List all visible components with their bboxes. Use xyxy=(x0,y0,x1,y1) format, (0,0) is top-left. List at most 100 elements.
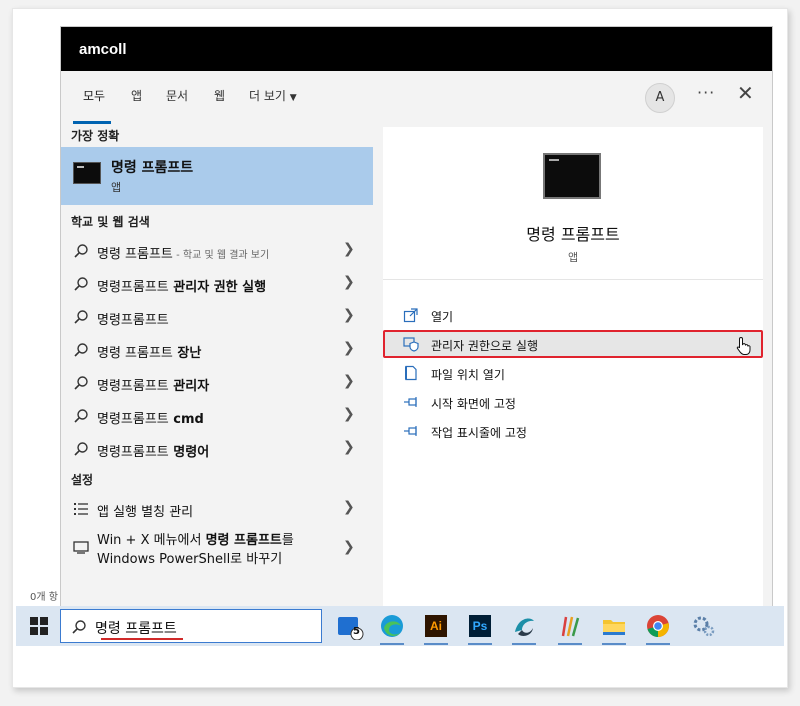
more-options-icon[interactable]: ··· xyxy=(697,83,715,102)
start-menu: amcoll 모두 앱 문서 웹 더 보기 ▼ A ··· ✕ 가장 정확 명령… xyxy=(60,26,773,609)
search-icon xyxy=(74,376,88,390)
tab-more[interactable]: 더 보기 ▼ xyxy=(249,87,297,104)
web-search-heading: 학교 및 웹 검색 xyxy=(71,215,150,229)
search-icon xyxy=(74,442,88,456)
web-result-prefix: 명령 프롬프트 xyxy=(97,346,173,361)
windows-start-icon[interactable] xyxy=(30,617,48,635)
action-label: 열기 xyxy=(431,310,454,324)
taskbar: 명령 프롬프트 5 Ai Ps xyxy=(16,606,784,646)
action-pin-to-taskbar[interactable]: 작업 표시줄에 고정 xyxy=(383,417,763,445)
edge-app-icon[interactable] xyxy=(378,612,406,645)
settings-item-line1-pre: Win + X 메뉴에서 xyxy=(97,533,206,548)
web-result-bold: 관리자 권한 실행 xyxy=(168,280,267,295)
web-result-item[interactable]: 명령프롬프트 cmd ❯ xyxy=(61,400,373,432)
chevron-right-icon: ❯ xyxy=(343,439,355,455)
file-explorer-app-icon[interactable] xyxy=(600,612,628,645)
chrome-app-icon[interactable] xyxy=(644,612,672,645)
tab-web[interactable]: 웹 xyxy=(214,87,225,104)
settings-heading: 설정 xyxy=(71,473,94,487)
web-result-item[interactable]: 명령프롬프트 ❯ xyxy=(61,301,373,333)
photoshop-app-icon[interactable]: Ps xyxy=(466,612,494,645)
search-icon xyxy=(74,409,88,423)
preview-title: 명령 프롬프트 xyxy=(526,225,620,244)
web-result-prefix: 명령프롬프트 xyxy=(97,412,169,427)
desktop-area xyxy=(16,20,60,610)
settings-item-winx-menu[interactable]: Win + X 메뉴에서 명령 프롬프트를 Windows PowerShell로… xyxy=(61,527,373,571)
desktop-status-text: 0개 항 xyxy=(30,592,58,603)
pin-icon xyxy=(404,397,417,407)
web-result-bold: 관리자 xyxy=(168,379,210,394)
file-icon xyxy=(405,365,417,381)
illustrator-label: Ai xyxy=(425,615,447,637)
swirl-app-icon[interactable] xyxy=(510,612,538,645)
settings-item-app-alias[interactable]: 앱 실행 별칭 관리 ❯ xyxy=(61,493,373,525)
web-result-bold: 장난 xyxy=(172,346,202,361)
settings-item-line1-post: 를 xyxy=(281,533,294,548)
chevron-right-icon: ❯ xyxy=(343,499,355,515)
settings-item-line2: Windows PowerShell로 바꾸기 xyxy=(97,552,283,567)
action-label: 파일 위치 열기 xyxy=(431,368,505,382)
avatar[interactable]: A xyxy=(645,83,675,113)
web-result-item[interactable]: 명령 프롬프트 - 학교 및 웹 결과 보기 ❯ xyxy=(61,235,373,267)
command-prompt-large-icon xyxy=(543,153,601,199)
chevron-right-icon: ❯ xyxy=(343,241,355,257)
web-result-item[interactable]: 명령프롬프트 관리자 권한 실행 ❯ xyxy=(61,268,373,300)
pin-icon xyxy=(404,426,417,436)
taskbar-search-box[interactable]: 명령 프롬프트 xyxy=(60,609,322,643)
preview-pane: 명령 프롬프트 앱 열기 관리자 권한으로 실행 파일 위치 열기 시작 화면에… xyxy=(383,127,763,609)
caret-down-icon: ▼ xyxy=(289,93,297,103)
search-input[interactable]: 명령 프롬프트 xyxy=(95,618,177,638)
web-result-item[interactable]: 명령프롬프트 명령어 ❯ xyxy=(61,433,373,465)
best-match-name: 명령 프롬프트 xyxy=(111,160,194,176)
web-result-prefix: 명령프롬프트 xyxy=(97,379,169,394)
open-icon xyxy=(403,308,418,323)
search-icon xyxy=(74,277,88,291)
chevron-right-icon: ❯ xyxy=(343,406,355,422)
web-result-bold: 명령어 xyxy=(168,445,210,460)
tab-bar: 모두 앱 문서 웹 더 보기 ▼ A ··· ✕ xyxy=(61,71,772,127)
active-tab-indicator xyxy=(73,121,111,124)
web-result-bold: cmd xyxy=(168,412,204,427)
action-open-file-location[interactable]: 파일 위치 열기 xyxy=(383,359,763,387)
action-run-as-admin[interactable]: 관리자 권한으로 실행 xyxy=(383,330,763,358)
shield-icon xyxy=(403,337,419,352)
store-app-icon[interactable]: 5 xyxy=(336,612,364,641)
action-open[interactable]: 열기 xyxy=(383,301,763,329)
divider xyxy=(383,279,763,280)
search-icon xyxy=(74,244,88,258)
close-icon[interactable]: ✕ xyxy=(737,81,754,105)
action-pin-to-start[interactable]: 시작 화면에 고정 xyxy=(383,388,763,416)
best-match-type: 앱 xyxy=(111,181,122,194)
web-result-label: 명령 프롬프트 xyxy=(97,247,173,262)
web-result-hint: - 학교 및 웹 결과 보기 xyxy=(172,250,270,261)
tab-more-label: 더 보기 xyxy=(249,89,286,103)
chevron-right-icon: ❯ xyxy=(343,373,355,389)
web-result-item[interactable]: 명령프롬프트 관리자 ❯ xyxy=(61,367,373,399)
web-result-item[interactable]: 명령 프롬프트 장난 ❯ xyxy=(61,334,373,366)
settings-item-label: 앱 실행 별칭 관리 xyxy=(97,505,194,520)
chevron-right-icon: ❯ xyxy=(343,340,355,356)
stripes-app-icon[interactable] xyxy=(556,612,584,645)
tab-all[interactable]: 모두 xyxy=(83,87,105,104)
tab-documents[interactable]: 문서 xyxy=(166,87,188,104)
chevron-right-icon: ❯ xyxy=(343,539,355,555)
best-match-item[interactable]: 명령 프롬프트 앱 xyxy=(61,147,373,205)
red-underline-annotation xyxy=(101,638,183,640)
settings-app-icon[interactable] xyxy=(690,612,718,640)
store-badge: 5 xyxy=(353,626,360,637)
best-match-heading: 가장 정확 xyxy=(71,129,120,143)
search-icon xyxy=(72,620,86,634)
chevron-right-icon: ❯ xyxy=(343,274,355,290)
tab-apps[interactable]: 앱 xyxy=(131,87,142,104)
command-prompt-icon xyxy=(73,162,101,184)
illustrator-app-icon[interactable]: Ai xyxy=(422,612,450,645)
search-icon xyxy=(74,343,88,357)
monitor-icon xyxy=(73,541,89,554)
settings-item-line1-bold: 명령 프롬프트 xyxy=(205,533,282,548)
preview-type: 앱 xyxy=(567,251,579,264)
results-list: 가장 정확 명령 프롬프트 앱 학교 및 웹 검색 명령 프롬프트 - 학교 및… xyxy=(61,127,373,609)
web-result-prefix: 명령프롬프트 xyxy=(97,313,169,328)
photoshop-label: Ps xyxy=(469,615,491,637)
chevron-right-icon: ❯ xyxy=(343,307,355,323)
action-label: 작업 표시줄에 고정 xyxy=(431,426,527,440)
